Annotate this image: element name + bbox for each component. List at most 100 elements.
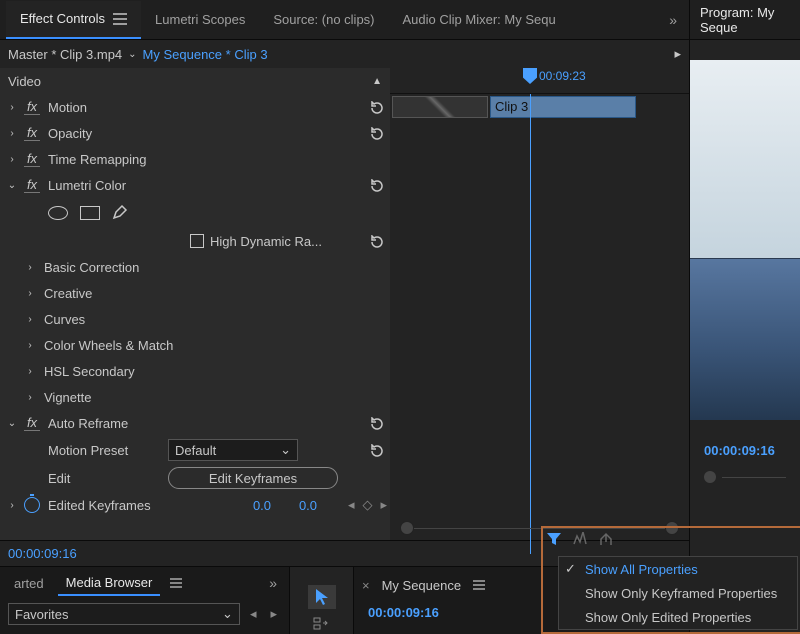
section-hsl-secondary[interactable]: ›HSL Secondary [0, 358, 390, 384]
section-creative[interactable]: ›Creative [0, 280, 390, 306]
share-icon[interactable] [598, 532, 614, 549]
tab-source[interactable]: Source: (no clips) [259, 1, 388, 39]
fx-badge-icon[interactable]: fx [24, 415, 40, 431]
playhead[interactable]: 00:09:23 [523, 68, 586, 84]
fx-badge-icon[interactable]: fx [24, 99, 40, 115]
program-timecode[interactable]: 00:00:09:16 [690, 420, 800, 461]
tabs-overflow-icon[interactable]: » [263, 575, 283, 591]
section-color-wheels[interactable]: ›Color Wheels & Match [0, 332, 390, 358]
twirl-icon[interactable]: › [24, 366, 36, 377]
hdr-checkbox[interactable] [190, 234, 204, 248]
program-scrub[interactable] [690, 461, 800, 493]
fx-motion[interactable]: › fx Motion [0, 94, 390, 120]
twirl-icon[interactable]: › [24, 340, 36, 351]
menu-show-only-edited[interactable]: Show Only Edited Properties [559, 605, 797, 629]
tabs-overflow-icon[interactable]: » [663, 12, 683, 28]
collapse-icon[interactable]: ▲ [372, 76, 382, 87]
fx-badge-icon[interactable]: fx [24, 151, 40, 167]
filter-icon[interactable] [546, 532, 562, 549]
twirl-icon[interactable]: › [24, 262, 36, 273]
program-monitor-view[interactable] [690, 60, 800, 420]
playhead-handle-icon[interactable] [523, 68, 537, 84]
reset-icon[interactable] [364, 177, 390, 193]
playhead-line [530, 94, 531, 554]
timeline-zoom-scrub[interactable] [390, 522, 689, 534]
fx-auto-reframe[interactable]: ⌄ fx Auto Reframe [0, 410, 390, 436]
chevron-down-icon[interactable]: ⌄ [128, 49, 136, 60]
favorites-dropdown[interactable]: Favorites ⌄ [8, 603, 240, 625]
hdr-row: High Dynamic Ra... [0, 228, 390, 254]
mask-shape-row [0, 198, 390, 228]
reset-icon[interactable] [364, 415, 390, 431]
sequence-clip-label[interactable]: My Sequence * Clip 3 [143, 47, 268, 62]
edit-keyframes-button[interactable]: Edit Keyframes [168, 467, 338, 489]
scrub-handle[interactable] [704, 471, 716, 483]
rect-mask-icon[interactable] [80, 206, 100, 220]
chevron-down-icon: ⌄ [222, 606, 233, 622]
tab-media-browser[interactable]: Media Browser [58, 571, 161, 596]
reset-icon[interactable] [364, 125, 390, 141]
tab-my-sequence[interactable]: My Sequence [376, 575, 468, 596]
zoom-handle-left[interactable] [400, 521, 414, 535]
fx-time-remapping[interactable]: › fx Time Remapping [0, 146, 390, 172]
prev-keyframe-icon[interactable]: ◂ [345, 497, 358, 513]
hamburger-icon[interactable] [473, 580, 485, 590]
twirl-icon[interactable]: › [24, 314, 36, 325]
twirl-icon[interactable]: › [6, 102, 18, 113]
next-keyframe-icon[interactable]: ▸ [377, 497, 390, 513]
hamburger-icon[interactable] [113, 13, 127, 25]
menu-show-only-keyframed[interactable]: Show Only Keyframed Properties [559, 581, 797, 605]
master-clip-label: Master * Clip 3.mp4 [8, 47, 122, 62]
audio-properties-icon[interactable] [572, 532, 588, 549]
twirl-icon[interactable]: › [6, 154, 18, 165]
forward-icon[interactable]: ▸ [266, 606, 281, 622]
reset-icon[interactable] [364, 442, 390, 458]
tab-program-monitor[interactable]: Program: My Seque [690, 0, 800, 40]
play-icon[interactable]: ▸ [674, 46, 681, 62]
tab-effect-controls[interactable]: Effect Controls [6, 1, 141, 39]
keyframe-value-2[interactable]: 0.0 [299, 498, 339, 513]
video-header[interactable]: Video ▲ [0, 68, 390, 94]
fx-badge-icon[interactable]: fx [24, 177, 40, 193]
twirl-icon[interactable]: › [24, 288, 36, 299]
reset-icon[interactable] [364, 233, 390, 249]
pen-mask-icon[interactable] [112, 204, 128, 223]
motion-preset-row: Motion Preset Default ⌄ [0, 436, 390, 464]
twirl-icon[interactable]: › [6, 500, 18, 511]
keyframe-value-1[interactable]: 0.0 [253, 498, 293, 513]
section-basic-correction[interactable]: ›Basic Correction [0, 254, 390, 280]
fx-opacity[interactable]: › fx Opacity [0, 120, 390, 146]
reset-icon[interactable] [364, 99, 390, 115]
clip-header-row: Master * Clip 3.mp4 ⌄ My Sequence * Clip… [0, 40, 689, 68]
tab-audio-mixer[interactable]: Audio Clip Mixer: My Sequ [389, 1, 570, 39]
chevron-down-icon: ⌄ [280, 442, 291, 458]
track-tool-icon[interactable] [313, 617, 331, 634]
twirl-open-icon[interactable]: ⌄ [6, 180, 18, 191]
menu-show-all-properties[interactable]: Show All Properties [559, 557, 797, 581]
fx-badge-icon[interactable]: fx [24, 125, 40, 141]
twirl-open-icon[interactable]: ⌄ [6, 418, 18, 429]
twirl-icon[interactable]: › [24, 392, 36, 403]
media-browser-panel: arted Media Browser » Favorites ⌄ ◂ ▸ [0, 567, 290, 634]
section-vignette[interactable]: ›Vignette [0, 384, 390, 410]
clip-bar[interactable]: Clip 3 [490, 96, 636, 118]
hamburger-icon[interactable] [170, 578, 182, 588]
edited-keyframes-row: › Edited Keyframes 0.0 0.0 ◂ ◇ ▸ [0, 492, 390, 518]
motion-preset-dropdown[interactable]: Default ⌄ [168, 439, 298, 461]
zoom-handle-right[interactable] [665, 521, 679, 535]
ellipse-mask-icon[interactable] [48, 206, 68, 220]
twirl-icon[interactable]: › [6, 128, 18, 139]
selection-tool-icon[interactable] [308, 585, 336, 609]
effect-timeline[interactable]: 00:09:23 Clip 3 [390, 68, 689, 540]
close-tab-icon[interactable]: × [362, 578, 370, 593]
tab-arted[interactable]: arted [6, 572, 52, 595]
filter-popup-menu: Show All Properties Show Only Keyframed … [558, 556, 798, 630]
back-icon[interactable]: ◂ [246, 606, 261, 622]
timeline-ruler[interactable]: 00:09:23 [390, 68, 689, 94]
tab-lumetri-scopes[interactable]: Lumetri Scopes [141, 1, 259, 39]
section-curves[interactable]: ›Curves [0, 306, 390, 332]
stopwatch-icon[interactable] [24, 497, 40, 513]
add-keyframe-icon[interactable]: ◇ [359, 497, 375, 513]
edit-keyframes-row: Edit Edit Keyframes [0, 464, 390, 492]
fx-lumetri-color[interactable]: ⌄ fx Lumetri Color [0, 172, 390, 198]
